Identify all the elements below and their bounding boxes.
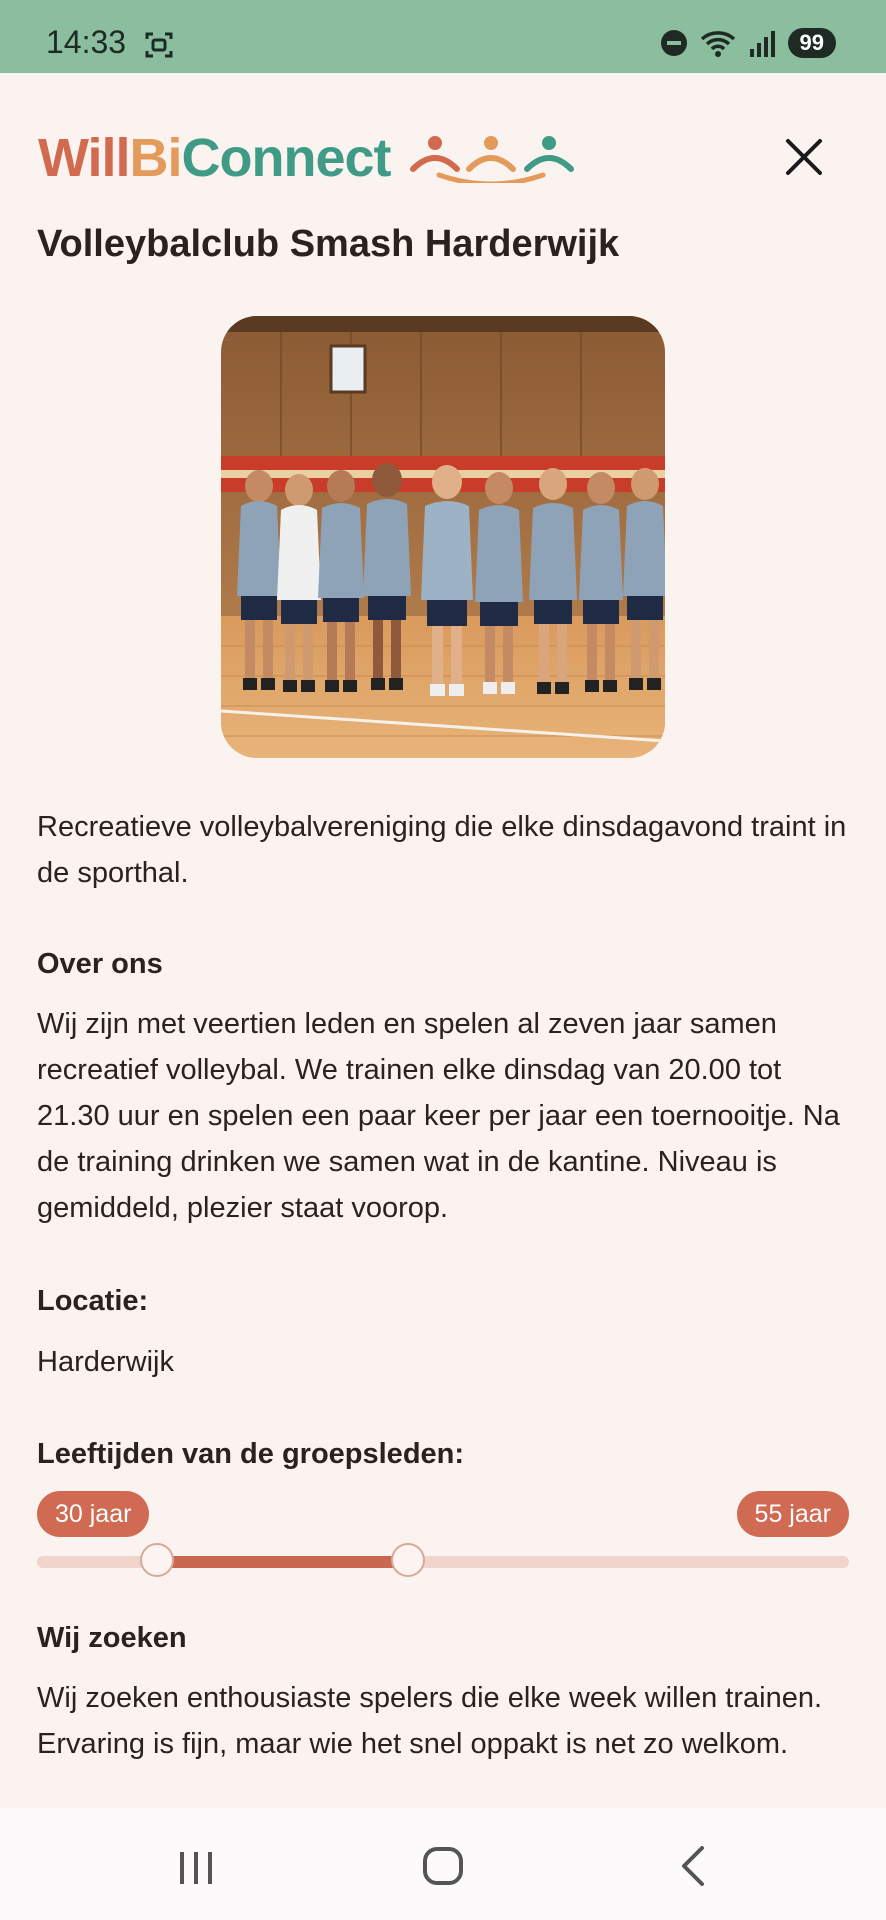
do-not-disturb-icon [660, 30, 687, 56]
close-icon[interactable] [782, 135, 826, 179]
age-max-handle[interactable] [390, 1543, 425, 1577]
status-bar: 14:33 99 [0, 0, 886, 73]
screenshot-icon [145, 32, 173, 58]
seeking-heading: Wij zoeken [37, 1622, 187, 1654]
people-logo-icon [409, 136, 574, 183]
back-icon[interactable] [652, 1838, 732, 1894]
age-range-fill [157, 1556, 408, 1568]
age-min-handle[interactable] [140, 1543, 175, 1577]
system-nav-bar [0, 1808, 886, 1920]
group-summary: Recreatieve volleybalvereniging die elke… [37, 811, 847, 889]
app-logo: WillBiConnect [38, 127, 575, 189]
signal-icon [749, 31, 775, 57]
status-time: 14:33 [46, 24, 127, 60]
app-header: WillBiConnect [0, 73, 886, 223]
about-text: Wij zijn met veertien leden en spelen al… [37, 1008, 840, 1224]
about-heading: Over ons [37, 948, 163, 980]
age-max-badge: 55 jaar [736, 1491, 849, 1537]
location-heading: Locatie: [37, 1285, 149, 1317]
ages-heading: Leeftijden van de groepsleden: [37, 1438, 465, 1470]
age-min-badge: 30 jaar [37, 1491, 150, 1537]
recent-apps-icon[interactable] [156, 1838, 236, 1894]
home-icon[interactable] [403, 1838, 483, 1894]
location-value: Harderwijk [37, 1346, 174, 1378]
status-icons: 99 [660, 28, 836, 58]
logo-wordmark: WillBiConnect [38, 128, 392, 188]
battery-icon: 99 [787, 28, 836, 58]
wifi-icon [700, 31, 735, 57]
page-title: Volleybalclub Smash Harderwijk [37, 223, 620, 265]
team-photo [221, 316, 665, 758]
seeking-text: Wij zoeken enthousiaste spelers die elke… [37, 1682, 823, 1760]
